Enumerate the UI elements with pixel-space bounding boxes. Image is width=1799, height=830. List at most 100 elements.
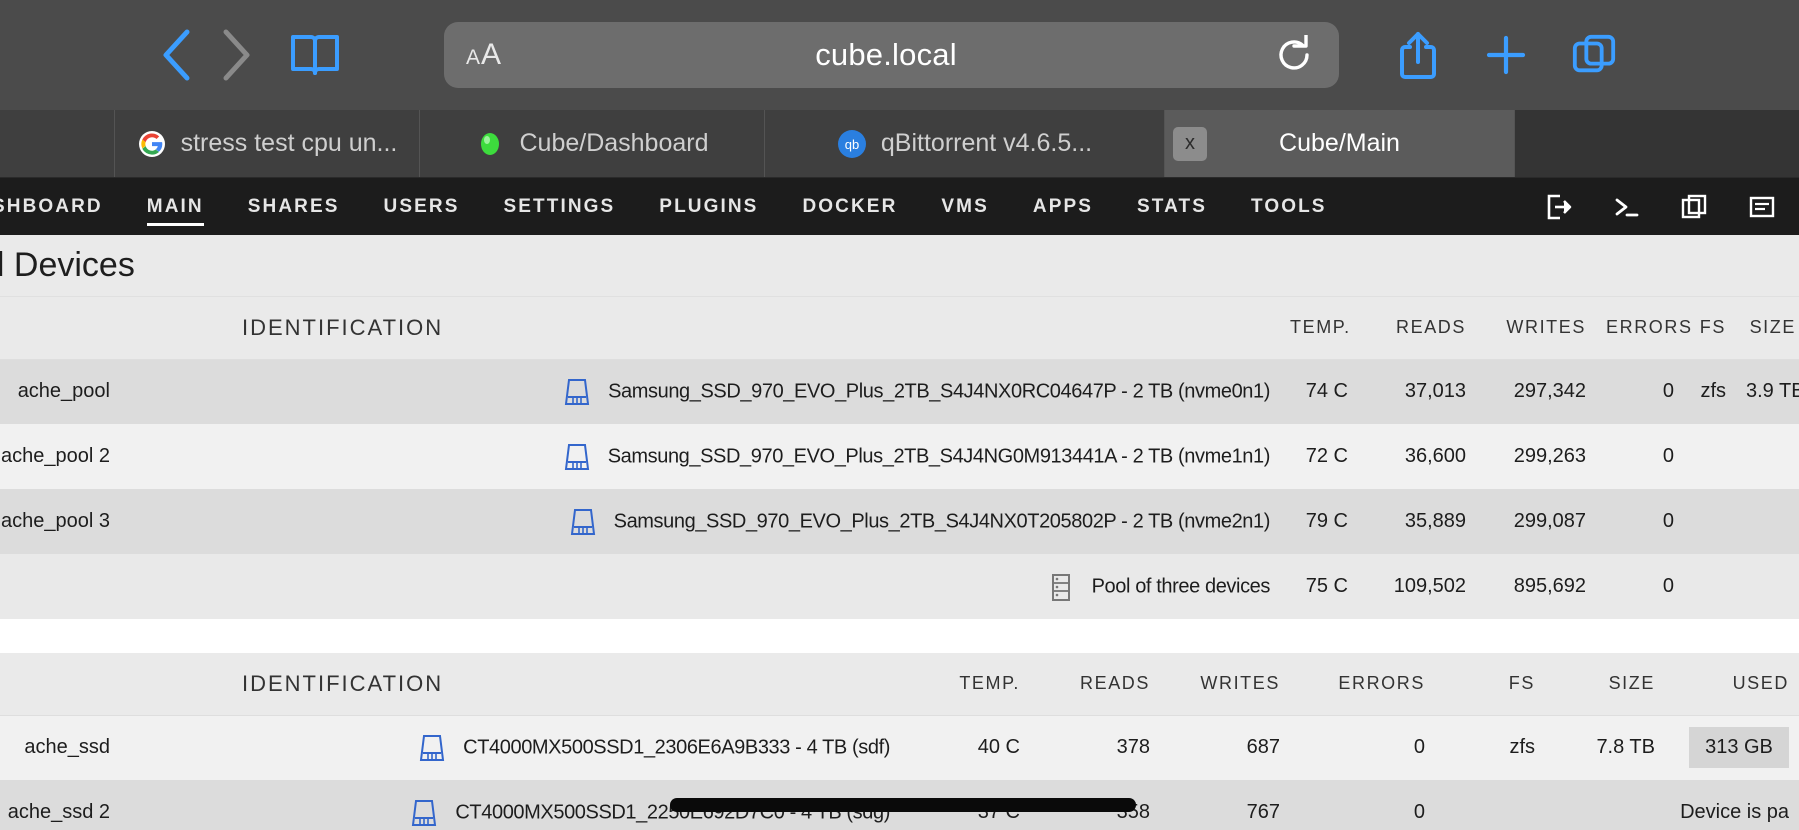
- ssd-col-writes[interactable]: WRITES: [1160, 653, 1290, 716]
- ssd-table-header-row: IDENTIFICATION TEMP. READS WRITES ERRORS…: [0, 653, 1799, 716]
- nav-item-vms[interactable]: VMS: [919, 178, 1010, 235]
- nav-item-dashboard[interactable]: SHBOARD: [0, 178, 125, 235]
- new-window-button[interactable]: [1677, 190, 1711, 224]
- device-icon: [570, 508, 595, 535]
- browser-tab-0[interactable]: stress test cpu un...: [115, 110, 420, 177]
- logout-button[interactable]: [1541, 190, 1575, 224]
- device-name: Samsung_SSD_970_EVO_Plus_2TB_S4J4NX0T205…: [613, 510, 1271, 532]
- chevron-left-icon: [163, 29, 190, 81]
- close-icon[interactable]: x: [1173, 126, 1207, 161]
- device-identification: CT4000MX500SSD1_2306E6A9B333 - 4 TB (sdf…: [120, 715, 900, 780]
- pool-col-errors[interactable]: ERRORS: [1596, 297, 1691, 360]
- ssd-col-fs[interactable]: FS: [1435, 653, 1545, 716]
- pool-link-label: ache_pool 2: [1, 445, 110, 467]
- ssd-col-used[interactable]: USED: [1665, 653, 1799, 716]
- nav-item-users[interactable]: USERS: [362, 178, 482, 235]
- ssd-col-temp[interactable]: TEMP.: [900, 653, 1030, 716]
- pool-link[interactable]: ache_ssd: [0, 715, 120, 780]
- device-fs: zfs: [1684, 359, 1736, 424]
- device-identification: Samsung_SSD_970_EVO_Plus_2TB_S4J4NX0RC04…: [120, 359, 1280, 424]
- text-size-button[interactable]: AA: [466, 38, 501, 72]
- device-errors: 0: [1290, 780, 1435, 830]
- ssd-col-errors[interactable]: ERRORS: [1290, 653, 1435, 716]
- pool-col-reads[interactable]: READS: [1358, 297, 1476, 360]
- table-row[interactable]: ache_pool Samsung_SSD_970_EVO_Plus_2TB_S…: [0, 359, 1799, 424]
- pool-link[interactable]: ache_pool: [0, 359, 120, 424]
- nav-item-plugins[interactable]: PLUGINS: [637, 178, 780, 235]
- share-button[interactable]: [1395, 29, 1441, 81]
- new-tab-button[interactable]: [1483, 29, 1529, 81]
- device-writes: 687: [1160, 715, 1290, 780]
- device-identification: Pool of three devices: [120, 554, 1280, 619]
- device-temp: 75 C: [1280, 554, 1358, 619]
- address-bar[interactable]: AA cube.local: [444, 22, 1339, 88]
- nav-item-users-label: USERS: [383, 195, 460, 217]
- nav-item-settings-label: SETTINGS: [503, 195, 616, 217]
- browser-tab-2[interactable]: qb qBittorrent v4.6.5...: [765, 110, 1165, 177]
- tab-strip-right-pad: [1515, 110, 1799, 177]
- nav-item-docker[interactable]: DOCKER: [780, 178, 919, 235]
- device-reads: 378: [1030, 715, 1160, 780]
- ssd-col-size[interactable]: SIZE: [1545, 653, 1665, 716]
- nav-item-stats[interactable]: STATS: [1115, 178, 1229, 235]
- forward-button[interactable]: [206, 26, 264, 84]
- device-fs: zfs: [1435, 715, 1545, 780]
- page-scrollbar[interactable]: [670, 798, 1136, 812]
- pool-col-identification[interactable]: IDENTIFICATION: [120, 297, 1280, 360]
- copy-window-icon: [1681, 194, 1707, 218]
- browser-tab-2-title: qBittorrent v4.6.5...: [880, 129, 1093, 157]
- pool-col-blank: [0, 297, 120, 360]
- notes-button[interactable]: [1745, 190, 1779, 224]
- nav-item-tools[interactable]: TOOLS: [1229, 178, 1349, 235]
- nav-item-shares[interactable]: SHARES: [226, 178, 362, 235]
- device-name: Pool of three devices: [1091, 575, 1271, 597]
- device-reads: 36,600: [1358, 424, 1476, 489]
- back-button[interactable]: [148, 26, 206, 84]
- reload-button[interactable]: [1271, 35, 1317, 75]
- chevron-right-icon: [223, 29, 250, 81]
- browser-tab-1-title: Cube/Dashboard: [519, 129, 709, 157]
- nav-item-stats-label: STATS: [1137, 195, 1207, 217]
- terminal-button[interactable]: [1609, 190, 1643, 224]
- nav-item-main-label: MAIN: [146, 195, 204, 217]
- device-icon: [564, 443, 589, 470]
- table-row[interactable]: ache_pool 3 Samsung_SSD_970_EVO_Plus_2TB…: [0, 489, 1799, 554]
- device-temp: 74 C: [1280, 359, 1358, 424]
- table-row[interactable]: Pool of three devices 75 C 109,502 895,6…: [0, 554, 1799, 619]
- bookmarks-button[interactable]: [286, 26, 344, 84]
- pool-link[interactable]: ache_pool 2: [0, 424, 120, 489]
- device-size: [1736, 424, 1799, 489]
- browser-tab-3[interactable]: x Cube/Main: [1165, 110, 1515, 177]
- device-writes: 895,692: [1476, 554, 1596, 619]
- device-name: CT4000MX500SSD1_2306E6A9B333 - 4 TB (sdf…: [463, 736, 890, 759]
- pool-link-label: ache_pool 3: [1, 510, 110, 532]
- app-nav-right-icons: [1541, 178, 1787, 235]
- browser-toolbar: AA cube.local: [0, 0, 1799, 110]
- nav-item-main[interactable]: MAIN: [125, 178, 226, 235]
- ssd-col-identification[interactable]: IDENTIFICATION: [120, 653, 900, 716]
- nav-item-plugins-label: PLUGINS: [659, 195, 759, 217]
- table-row[interactable]: ache_pool 2 Samsung_SSD_970_EVO_Plus_2TB…: [0, 424, 1799, 489]
- pool-link[interactable]: ache_pool 3: [0, 489, 120, 554]
- device-size: 7.8 TB: [1545, 715, 1665, 780]
- pool-icon: [1051, 573, 1070, 601]
- green-dot-icon: [475, 129, 505, 159]
- device-fs: [1435, 780, 1545, 830]
- pool-col-temp[interactable]: TEMP.: [1280, 297, 1358, 360]
- device-writes: 299,087: [1476, 489, 1596, 554]
- pool-col-writes[interactable]: WRITES: [1476, 297, 1596, 360]
- nav-item-apps[interactable]: APPS: [1011, 178, 1115, 235]
- logout-icon: [1547, 194, 1572, 219]
- nav-item-settings[interactable]: SETTINGS: [481, 178, 637, 235]
- tab-overview-button[interactable]: [1571, 29, 1617, 81]
- device-reads: 37,013: [1358, 359, 1476, 424]
- device-fs: [1684, 554, 1736, 619]
- table-row[interactable]: ache_ssd CT4000MX500SSD1_2306E6A9B333 - …: [0, 715, 1799, 780]
- ssd-col-reads[interactable]: READS: [1030, 653, 1160, 716]
- device-icon: [412, 799, 437, 826]
- device-size: [1545, 780, 1665, 830]
- page-title: ol Devices: [0, 246, 135, 284]
- pool-link[interactable]: ache_ssd 2: [0, 780, 120, 830]
- browser-tab-1[interactable]: Cube/Dashboard: [420, 110, 765, 177]
- pool-col-size[interactable]: SIZE: [1736, 297, 1799, 360]
